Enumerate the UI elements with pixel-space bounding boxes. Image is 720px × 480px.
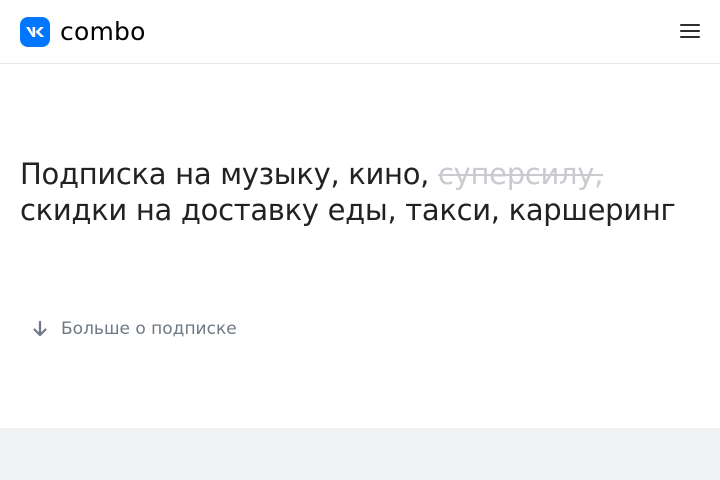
- site-header: combo: [0, 0, 720, 64]
- logo-text: combo: [60, 17, 146, 46]
- vk-logo-icon: [20, 17, 50, 47]
- menu-button[interactable]: [680, 21, 700, 41]
- hero-text-part2: скидки на доставку еды, такси, каршеринг: [20, 193, 676, 227]
- arrow-down-icon: [33, 320, 47, 337]
- hero-heading: Подписка на музыку, кино, суперсилу, ски…: [20, 156, 710, 228]
- more-about-subscription-link[interactable]: Больше о подписке: [30, 316, 237, 342]
- bottom-section: [0, 428, 720, 480]
- hero-struck-text: суперсилу,: [437, 157, 604, 191]
- more-link-label: Больше о подписке: [61, 319, 237, 339]
- hamburger-menu-icon: [680, 24, 700, 38]
- hero-text-part1: Подписка на музыку, кино,: [20, 157, 438, 191]
- vk-combo-logo-link[interactable]: combo: [20, 16, 146, 48]
- page: combo Подписка на музыку, кино, суперсил…: [0, 0, 720, 480]
